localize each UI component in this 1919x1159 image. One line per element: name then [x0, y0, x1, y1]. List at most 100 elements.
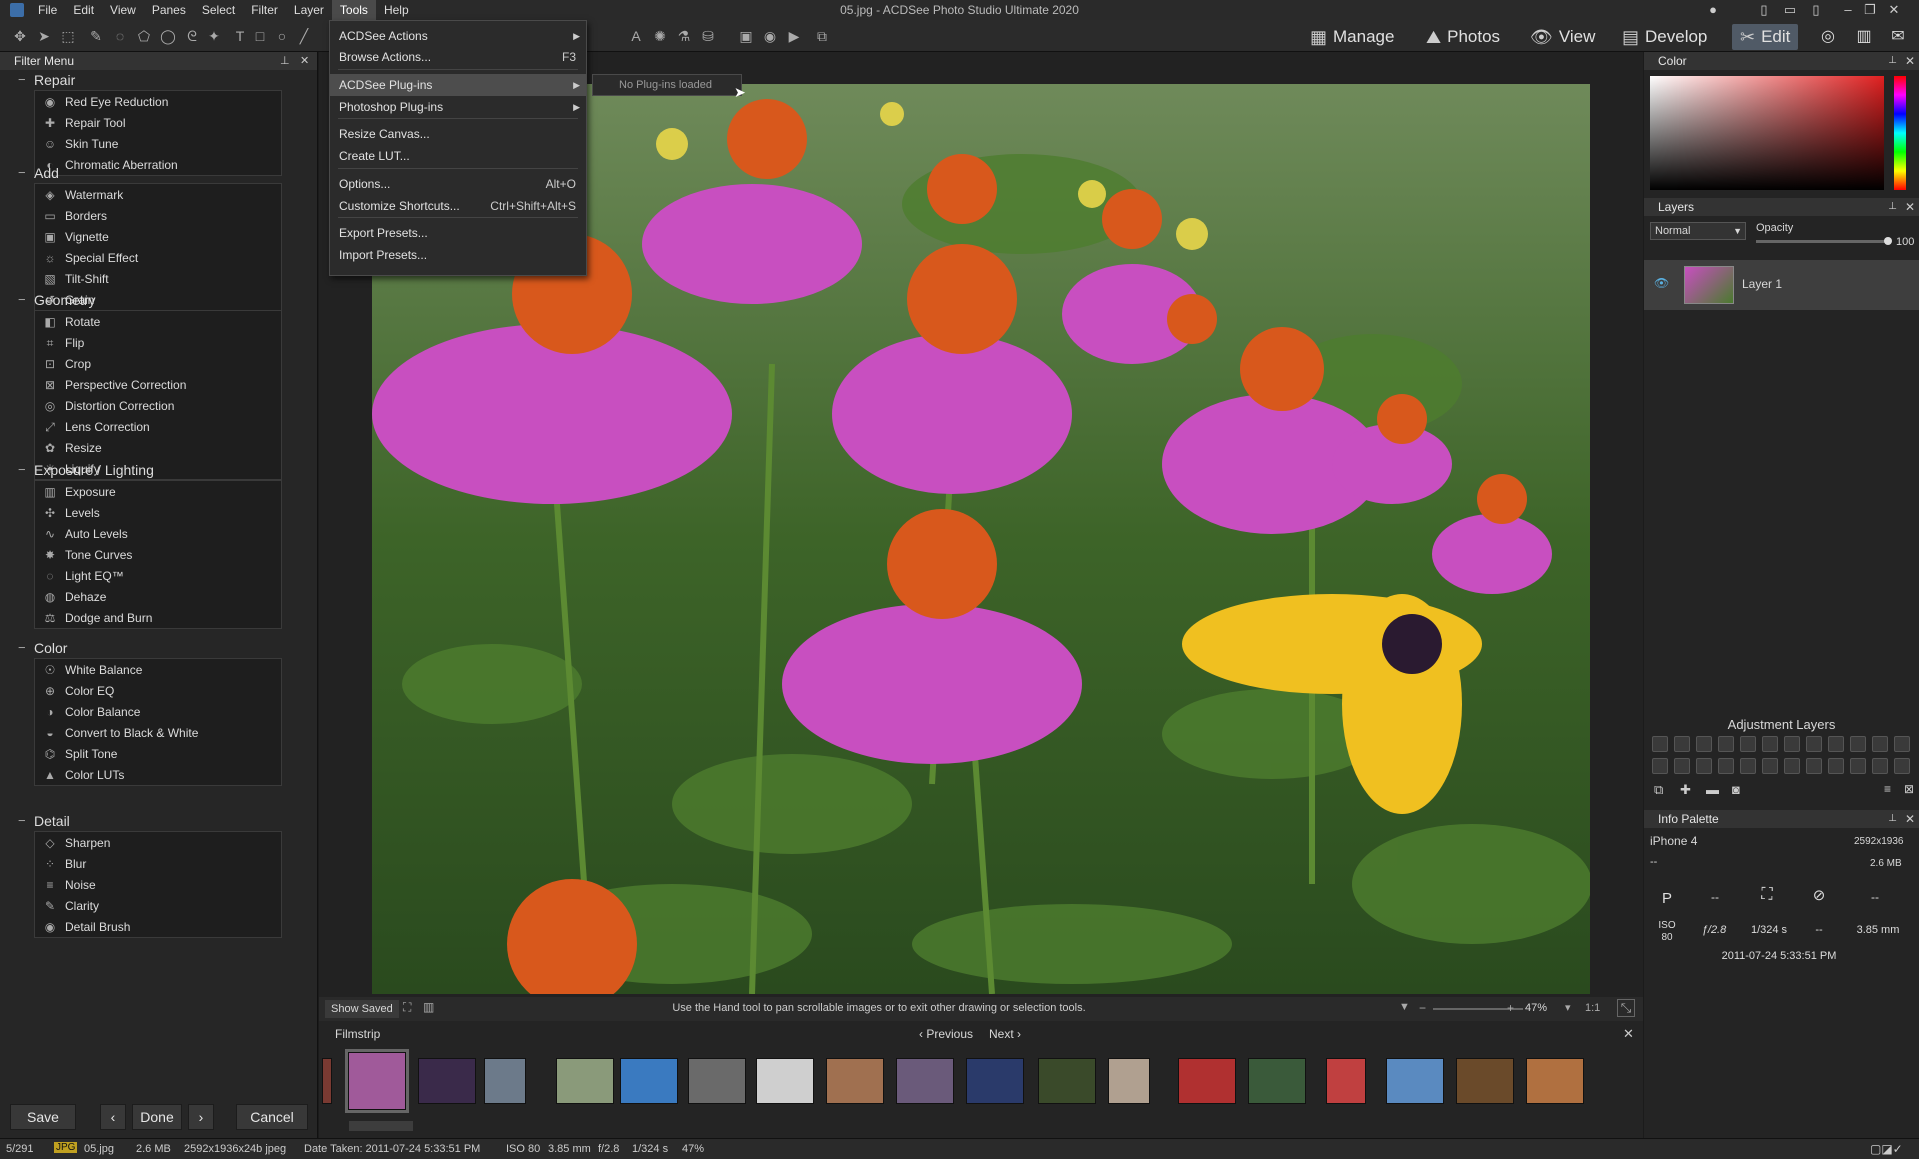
365-icon[interactable]: ◎ — [1818, 27, 1838, 47]
filter-item[interactable]: ▲ Color LUTs — [35, 764, 281, 785]
filter-item[interactable]: ◌ Light EQ™ — [35, 565, 281, 586]
adjustment-layer-icon[interactable] — [1872, 758, 1888, 774]
filmstrip-thumbnail[interactable] — [1326, 1058, 1366, 1104]
filter-item[interactable]: ▧ Tilt-Shift — [35, 268, 281, 289]
pin-icon[interactable]: ⊥ — [1888, 198, 1897, 216]
restore-icon[interactable]: ❐ — [1862, 2, 1878, 18]
layers-menu-icon[interactable]: ≡ — [1884, 782, 1891, 796]
next-image-button[interactable]: › — [188, 1104, 214, 1130]
filter-item[interactable]: ⚖ Dodge and Burn — [35, 607, 281, 628]
brush-tool-icon[interactable]: ✎ — [88, 28, 104, 44]
filmstrip-thumbnail[interactable] — [345, 1049, 409, 1113]
close-panel-icon[interactable]: ✕ — [1905, 810, 1915, 828]
merge-layer-icon[interactable]: ▬ — [1706, 782, 1719, 797]
prev-image-button[interactable]: ‹ — [100, 1104, 126, 1130]
magic-wand-icon[interactable]: ✦ — [206, 28, 222, 44]
menu-layer[interactable]: Layer — [286, 0, 332, 20]
filter-item[interactable]: ◉ Red Eye Reduction — [35, 91, 281, 112]
adjustment-layer-icon[interactable] — [1718, 736, 1734, 752]
adjustment-layer-icon[interactable] — [1894, 758, 1910, 774]
delete-layer-icon[interactable]: ⊠ — [1904, 782, 1914, 796]
batch-icon[interactable]: ⧉ — [814, 28, 830, 44]
filmstrip-thumbnail[interactable] — [756, 1058, 814, 1104]
filter-item[interactable]: ⁘ Blur — [35, 853, 281, 874]
adjustment-layer-icon[interactable] — [1674, 758, 1690, 774]
fill-icon[interactable]: ⛁ — [700, 28, 716, 44]
tools-menu-item[interactable]: Browse Actions... F3 — [330, 46, 586, 68]
filter-item[interactable]: ◈ Watermark — [35, 184, 281, 205]
adjustment-layer-icon[interactable] — [1718, 758, 1734, 774]
line-tool-icon[interactable]: ╱ — [296, 28, 312, 44]
adjustment-layer-icon[interactable] — [1740, 758, 1756, 774]
filmstrip-thumbnail[interactable] — [1178, 1058, 1236, 1104]
menu-view[interactable]: View — [102, 0, 144, 20]
adjustment-layer-icon[interactable] — [1696, 736, 1712, 752]
filter-item[interactable]: ◉ Detail Brush — [35, 916, 281, 937]
filmstrip-thumbnail[interactable] — [1456, 1058, 1514, 1104]
filmstrip-thumbnail[interactable] — [1526, 1058, 1584, 1104]
color-picker-field[interactable] — [1650, 76, 1884, 190]
mode-develop[interactable]: ▤ Develop — [1614, 24, 1715, 50]
hue-slider[interactable] — [1894, 76, 1906, 190]
panel-right-toggle-icon[interactable]: ▯ — [1808, 2, 1824, 18]
tools-menu-item[interactable]: Import Presets... — [330, 244, 586, 266]
filter-item[interactable]: ☺ Skin Tune — [35, 133, 281, 154]
filmstrip-thumbnail[interactable] — [966, 1058, 1024, 1104]
text-style-icon[interactable]: A — [628, 28, 644, 44]
zoom-in-icon[interactable]: + — [1507, 1001, 1514, 1015]
rectangle-tool-icon[interactable]: □ — [252, 28, 268, 44]
menu-edit[interactable]: Edit — [65, 0, 102, 20]
filter-item[interactable]: ✎ Clarity — [35, 895, 281, 916]
save-button[interactable]: Save — [10, 1104, 76, 1130]
layer-row[interactable]: 👁 Layer 1 — [1644, 260, 1919, 310]
ellipse-select-icon[interactable]: ◯ — [160, 28, 176, 44]
filter-item[interactable]: ☼ Special Effect — [35, 247, 281, 268]
filmstrip-thumbnail[interactable] — [620, 1058, 678, 1104]
panel-left-toggle-icon[interactable]: ▯ — [1756, 2, 1772, 18]
filter-group-heading[interactable]: Repair — [18, 72, 75, 88]
panel-bottom-toggle-icon[interactable]: ▭ — [1782, 2, 1798, 18]
filter-item[interactable]: ✚ Repair Tool — [35, 112, 281, 133]
tools-menu-item[interactable]: Export Presets... — [330, 222, 586, 244]
mode-photos[interactable]: ⛰ Photos — [1418, 24, 1508, 50]
fit-image-icon[interactable]: ⤡ — [1617, 999, 1635, 1017]
pin-icon[interactable]: ⊥ — [1888, 52, 1897, 70]
filmstrip-thumbnail[interactable] — [556, 1058, 614, 1104]
pin-icon[interactable]: ⊥ — [1888, 810, 1897, 828]
filter-item[interactable]: ◒ Convert to Black & White — [35, 722, 281, 743]
tools-menu-item[interactable]: Create LUT... — [330, 145, 586, 167]
filmstrip-thumbnail[interactable] — [322, 1058, 332, 1104]
menu-panes[interactable]: Panes — [144, 0, 194, 20]
mode-view[interactable]: 👁 View — [1522, 24, 1603, 50]
filter-group-heading[interactable]: Exposure / Lighting — [18, 462, 154, 478]
filter-item[interactable]: ◐ Chromatic Aberration — [35, 154, 281, 175]
filter-item[interactable]: ✣ Levels — [35, 502, 281, 523]
tools-menu-item[interactable]: ACDSee Plug-ins ▶ — [330, 74, 586, 96]
filter-item[interactable]: ≡ Noise — [35, 874, 281, 895]
polygon-select-icon[interactable]: ⬠ — [136, 28, 152, 44]
marquee-tool-icon[interactable]: ⬚ — [60, 28, 76, 44]
filter-group-heading[interactable]: Color — [18, 640, 68, 656]
filter-item[interactable]: ⤢ Lens Correction — [35, 416, 281, 437]
filter-item[interactable]: ◇ Sharpen — [35, 832, 281, 853]
mode-edit[interactable]: ✂ Edit — [1732, 24, 1799, 50]
adjustment-layer-icon[interactable] — [1652, 736, 1668, 752]
filter-item[interactable]: ▭ Borders — [35, 205, 281, 226]
adjustment-layer-icon[interactable] — [1894, 736, 1910, 752]
filmstrip-thumbnail[interactable] — [1386, 1058, 1444, 1104]
filter-group-heading[interactable]: Add — [18, 165, 59, 181]
adjustment-layer-icon[interactable] — [1872, 736, 1888, 752]
zoom-out-icon[interactable]: − — [1419, 1001, 1426, 1015]
duplicate-layer-icon[interactable]: ⧉ — [1654, 782, 1663, 798]
mode-manage[interactable]: ▦ Manage — [1302, 24, 1402, 50]
menu-select[interactable]: Select — [194, 0, 243, 20]
filmstrip-scrollbar[interactable] — [349, 1121, 413, 1131]
adjustment-layer-icon[interactable] — [1674, 736, 1690, 752]
menu-file[interactable]: File — [30, 0, 65, 20]
circle-tool-icon[interactable]: ○ — [274, 28, 290, 44]
adjustment-layer-icon[interactable] — [1850, 736, 1866, 752]
filter-group-heading[interactable]: Detail — [18, 813, 70, 829]
move-tool-icon[interactable]: ➤ — [36, 28, 52, 44]
fullscreen-icon[interactable]: ⛶ — [403, 1000, 411, 1015]
filter-item[interactable]: ✸ Tone Curves — [35, 544, 281, 565]
